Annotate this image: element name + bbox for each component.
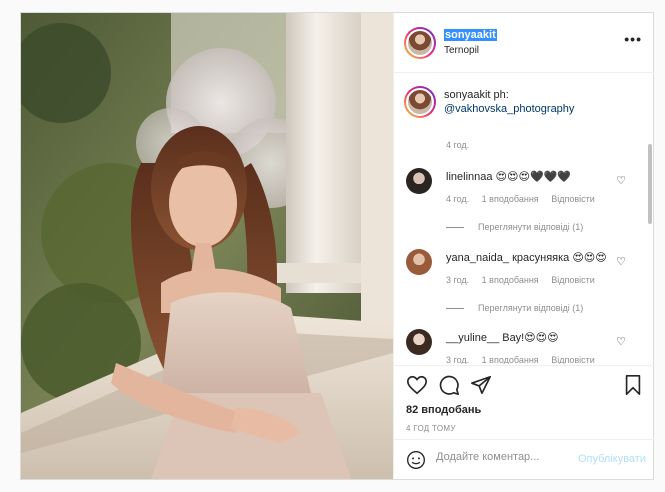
caption-username[interactable]: sonyaakit	[444, 89, 490, 101]
comment-item: yana_naida_ красуняяка 😍😍😍 3 год. 1 впод…	[394, 249, 654, 329]
comment-item: linelinnaa 😍😍😍🖤🖤🖤 4 год. 1 вподобання Ві…	[394, 168, 654, 248]
more-options-icon[interactable]: •••	[624, 31, 642, 47]
commenter-username[interactable]: yana_naida_	[446, 252, 509, 264]
commenter-username[interactable]: __yuline__	[446, 332, 499, 344]
reply-button[interactable]: Відповісти	[551, 194, 595, 204]
post-actions: 82 вподобань 4 ГОД ТОМУ	[394, 365, 654, 439]
comment-time[interactable]: 4 год.	[446, 194, 469, 204]
caption-time[interactable]: 4 год.	[446, 140, 469, 150]
reply-button[interactable]: Відповісти	[551, 355, 595, 364]
comment-time[interactable]: 3 год.	[446, 355, 469, 364]
view-replies-button[interactable]: Переглянути відповіді (1)	[446, 222, 583, 232]
comment-body: красуняяка 😍😍😍	[512, 252, 607, 264]
comment-body: Вау!😍😍😍	[502, 332, 559, 344]
comment-likes[interactable]: 1 вподобання	[482, 355, 539, 364]
post-timestamp[interactable]: 4 ГОД ТОМУ	[406, 424, 456, 433]
commenter-avatar[interactable]	[406, 249, 432, 275]
send-icon[interactable]	[470, 374, 492, 396]
bookmark-icon[interactable]	[622, 374, 644, 396]
reply-button[interactable]: Відповісти	[551, 275, 595, 285]
emoji-icon[interactable]	[406, 450, 426, 470]
view-replies-label[interactable]: Переглянути відповіді (1)	[478, 222, 583, 232]
replies-divider	[446, 308, 464, 310]
publish-button[interactable]: Опублікувати	[578, 453, 646, 465]
comment-body: 😍😍😍🖤🖤🖤	[495, 171, 572, 183]
comment-text: linelinnaa 😍😍😍🖤🖤🖤	[446, 170, 626, 183]
comment-like-heart-icon[interactable]: ♡	[616, 255, 626, 268]
view-replies-button[interactable]: Переглянути відповіді (1)	[446, 303, 583, 313]
comment-like-heart-icon[interactable]: ♡	[616, 335, 626, 348]
likes-count[interactable]: 82 вподобань	[406, 404, 481, 416]
comment-meta: 3 год. 1 вподобання Відповісти	[446, 275, 605, 285]
post-location[interactable]: Ternopil	[444, 45, 479, 56]
caption-mention-link[interactable]: @vakhovska_photography	[444, 103, 574, 115]
comment-meta: 3 год. 1 вподобання Відповісти	[446, 355, 605, 364]
comment-text: yana_naida_ красуняяка 😍😍😍	[446, 251, 626, 264]
author-avatar[interactable]	[404, 27, 436, 59]
post-side-panel: sonyaakit Ternopil ••• sonyaakit ph: @va…	[393, 13, 654, 479]
comments-list[interactable]: sonyaakit ph: @vakhovska_photography 4 г…	[394, 74, 654, 364]
comment-meta: 4 год. 1 вподобання Відповісти	[446, 194, 605, 204]
commenter-avatar[interactable]	[406, 329, 432, 355]
commenter-username[interactable]: linelinnaa	[446, 171, 492, 183]
heart-icon[interactable]	[406, 374, 428, 396]
post-photo[interactable]	[21, 13, 393, 479]
comment-input[interactable]	[436, 451, 586, 463]
author-username[interactable]: sonyaakit	[444, 29, 497, 41]
caption-text: sonyaakit ph: @vakhovska_photography	[444, 88, 634, 116]
comment-likes[interactable]: 1 вподобання	[482, 194, 539, 204]
comment-item: __yuline__ Вау!😍😍😍 3 год. 1 вподобання В…	[394, 329, 654, 364]
caption-body: ph:	[493, 89, 509, 101]
caption-avatar[interactable]	[404, 86, 436, 118]
comment-text: __yuline__ Вау!😍😍😍	[446, 331, 626, 344]
post-header: sonyaakit Ternopil •••	[394, 13, 654, 73]
replies-divider	[446, 227, 464, 229]
view-replies-label[interactable]: Переглянути відповіді (1)	[478, 303, 583, 313]
post-card: sonyaakit Ternopil ••• sonyaakit ph: @va…	[20, 12, 654, 480]
commenter-avatar[interactable]	[406, 168, 432, 194]
comment-time[interactable]: 3 год.	[446, 275, 469, 285]
comment-like-heart-icon[interactable]: ♡	[616, 174, 626, 187]
comment-likes[interactable]: 1 вподобання	[482, 275, 539, 285]
add-comment-bar: Опублікувати	[394, 439, 654, 479]
comment-icon[interactable]	[438, 374, 460, 396]
